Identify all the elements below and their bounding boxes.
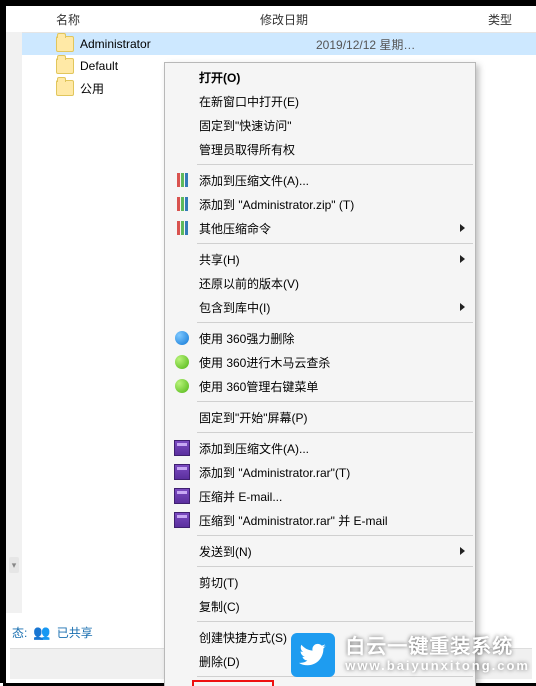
- scroll-down-icon[interactable]: ▾: [9, 557, 19, 573]
- folder-date: 2019/12/12 星期…: [316, 36, 415, 53]
- folder-label: Default: [80, 59, 118, 73]
- watermark-title: 白云一键重装系统: [345, 636, 530, 659]
- submenu-arrow-icon: [460, 255, 465, 263]
- winrar-icon: [173, 512, 191, 528]
- share-icon: 👥: [33, 624, 50, 641]
- submenu-arrow-icon: [460, 224, 465, 232]
- menu-send-to[interactable]: 发送到(N): [165, 539, 475, 563]
- folder-icon: [56, 80, 74, 96]
- folder-row-administrator[interactable]: Administrator 2019/12/12 星期…: [6, 33, 536, 55]
- archive-icon: [173, 220, 191, 236]
- menu-restore-previous[interactable]: 还原以前的版本(V): [165, 271, 475, 295]
- 360-green-icon: [173, 378, 191, 394]
- archive-icon: [173, 172, 191, 188]
- menu-winrar-compress-rar-email[interactable]: 压缩到 "Administrator.rar" 并 E-mail: [165, 508, 475, 532]
- submenu-arrow-icon: [460, 547, 465, 555]
- context-menu: 打开(O) 在新窗口中打开(E) 固定到"快速访问" 管理员取得所有权 添加到压…: [164, 62, 476, 686]
- status-prefix: 态:: [12, 624, 27, 641]
- header-date[interactable]: 修改日期: [260, 11, 308, 28]
- 360-blue-icon: [173, 330, 191, 346]
- menu-360-trojan-scan[interactable]: 使用 360进行木马云查杀: [165, 350, 475, 374]
- menu-cut[interactable]: 剪切(T): [165, 570, 475, 594]
- menu-take-ownership[interactable]: 管理员取得所有权: [165, 137, 475, 161]
- menu-pin-quick-access[interactable]: 固定到"快速访问": [165, 113, 475, 137]
- menu-pin-start[interactable]: 固定到"开始"屏幕(P): [165, 405, 475, 429]
- menu-add-to-archive[interactable]: 添加到压缩文件(A)...: [165, 168, 475, 192]
- menu-open-new-window[interactable]: 在新窗口中打开(E): [165, 89, 475, 113]
- archive-icon: [173, 196, 191, 212]
- 360-green-icon: [173, 354, 191, 370]
- status-bar: 态: 👥 已共享: [6, 620, 99, 645]
- folder-icon: [56, 36, 74, 52]
- menu-copy[interactable]: 复制(C): [165, 594, 475, 618]
- menu-include-library[interactable]: 包含到库中(I): [165, 295, 475, 319]
- winrar-icon: [173, 464, 191, 480]
- status-shared: 已共享: [57, 624, 93, 641]
- submenu-arrow-icon: [460, 303, 465, 311]
- left-scrollbar[interactable]: ▾: [6, 32, 22, 613]
- column-headers: 名称 修改日期 类型: [6, 6, 536, 33]
- folder-label: Administrator: [80, 37, 151, 51]
- menu-360-manage-context[interactable]: 使用 360管理右键菜单: [165, 374, 475, 398]
- menu-open[interactable]: 打开(O): [165, 65, 475, 89]
- header-name[interactable]: 名称: [56, 11, 80, 28]
- menu-winrar-compress-email[interactable]: 压缩并 E-mail...: [165, 484, 475, 508]
- menu-winrar-add-archive[interactable]: 添加到压缩文件(A)...: [165, 436, 475, 460]
- menu-share[interactable]: 共享(H): [165, 247, 475, 271]
- watermark-url: www.baiyunxitong.com: [345, 659, 530, 674]
- watermark: 白云一键重装系统 www.baiyunxitong.com: [291, 627, 536, 683]
- winrar-icon: [173, 488, 191, 504]
- menu-360-force-delete[interactable]: 使用 360强力删除: [165, 326, 475, 350]
- header-type[interactable]: 类型: [488, 11, 512, 28]
- menu-other-archive[interactable]: 其他压缩命令: [165, 216, 475, 240]
- folder-label: 公用: [80, 80, 104, 97]
- watermark-bird-icon: [291, 633, 335, 677]
- winrar-icon: [173, 440, 191, 456]
- menu-winrar-add-admin-rar[interactable]: 添加到 "Administrator.rar"(T): [165, 460, 475, 484]
- folder-icon: [56, 58, 74, 74]
- menu-add-to-admin-zip[interactable]: 添加到 "Administrator.zip" (T): [165, 192, 475, 216]
